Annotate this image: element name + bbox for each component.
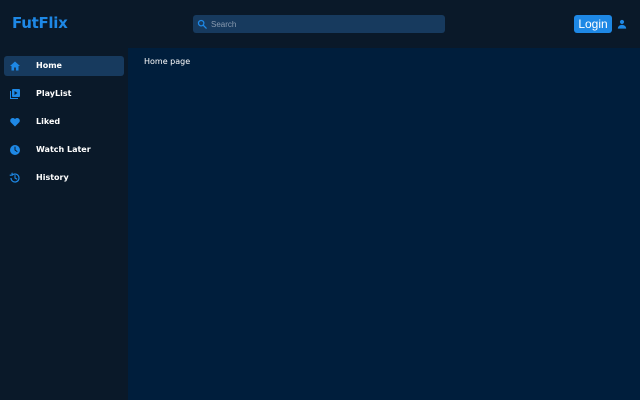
sidebar-item-home[interactable]: Home: [4, 56, 124, 76]
sidebar-item-label: PlayList: [36, 89, 72, 98]
playlist-icon: [9, 88, 21, 100]
login-button[interactable]: Login: [574, 15, 612, 33]
sidebar-item-label: Watch Later: [36, 145, 91, 154]
clock-icon: [9, 144, 21, 156]
user-icon[interactable]: [617, 19, 627, 29]
sidebar-item-label: Liked: [36, 117, 61, 126]
top-bar: FutFlix Login: [0, 0, 640, 48]
sidebar: Home PlayList Liked Watch Later History: [0, 48, 128, 400]
search-bar[interactable]: [193, 15, 445, 33]
search-icon: [197, 19, 207, 29]
search-input[interactable]: [211, 19, 431, 29]
sidebar-item-liked[interactable]: Liked: [4, 112, 124, 132]
history-icon: [9, 172, 21, 184]
heart-icon: [9, 116, 21, 128]
home-icon: [9, 60, 21, 72]
page-title: Home page: [144, 57, 191, 66]
sidebar-item-label: Home: [36, 61, 62, 70]
sidebar-item-label: History: [36, 173, 69, 182]
app-logo[interactable]: FutFlix: [12, 14, 68, 32]
main-content: Home page: [128, 48, 640, 400]
sidebar-item-history[interactable]: History: [4, 168, 124, 188]
sidebar-item-watch-later[interactable]: Watch Later: [4, 140, 124, 160]
sidebar-item-playlist[interactable]: PlayList: [4, 84, 124, 104]
